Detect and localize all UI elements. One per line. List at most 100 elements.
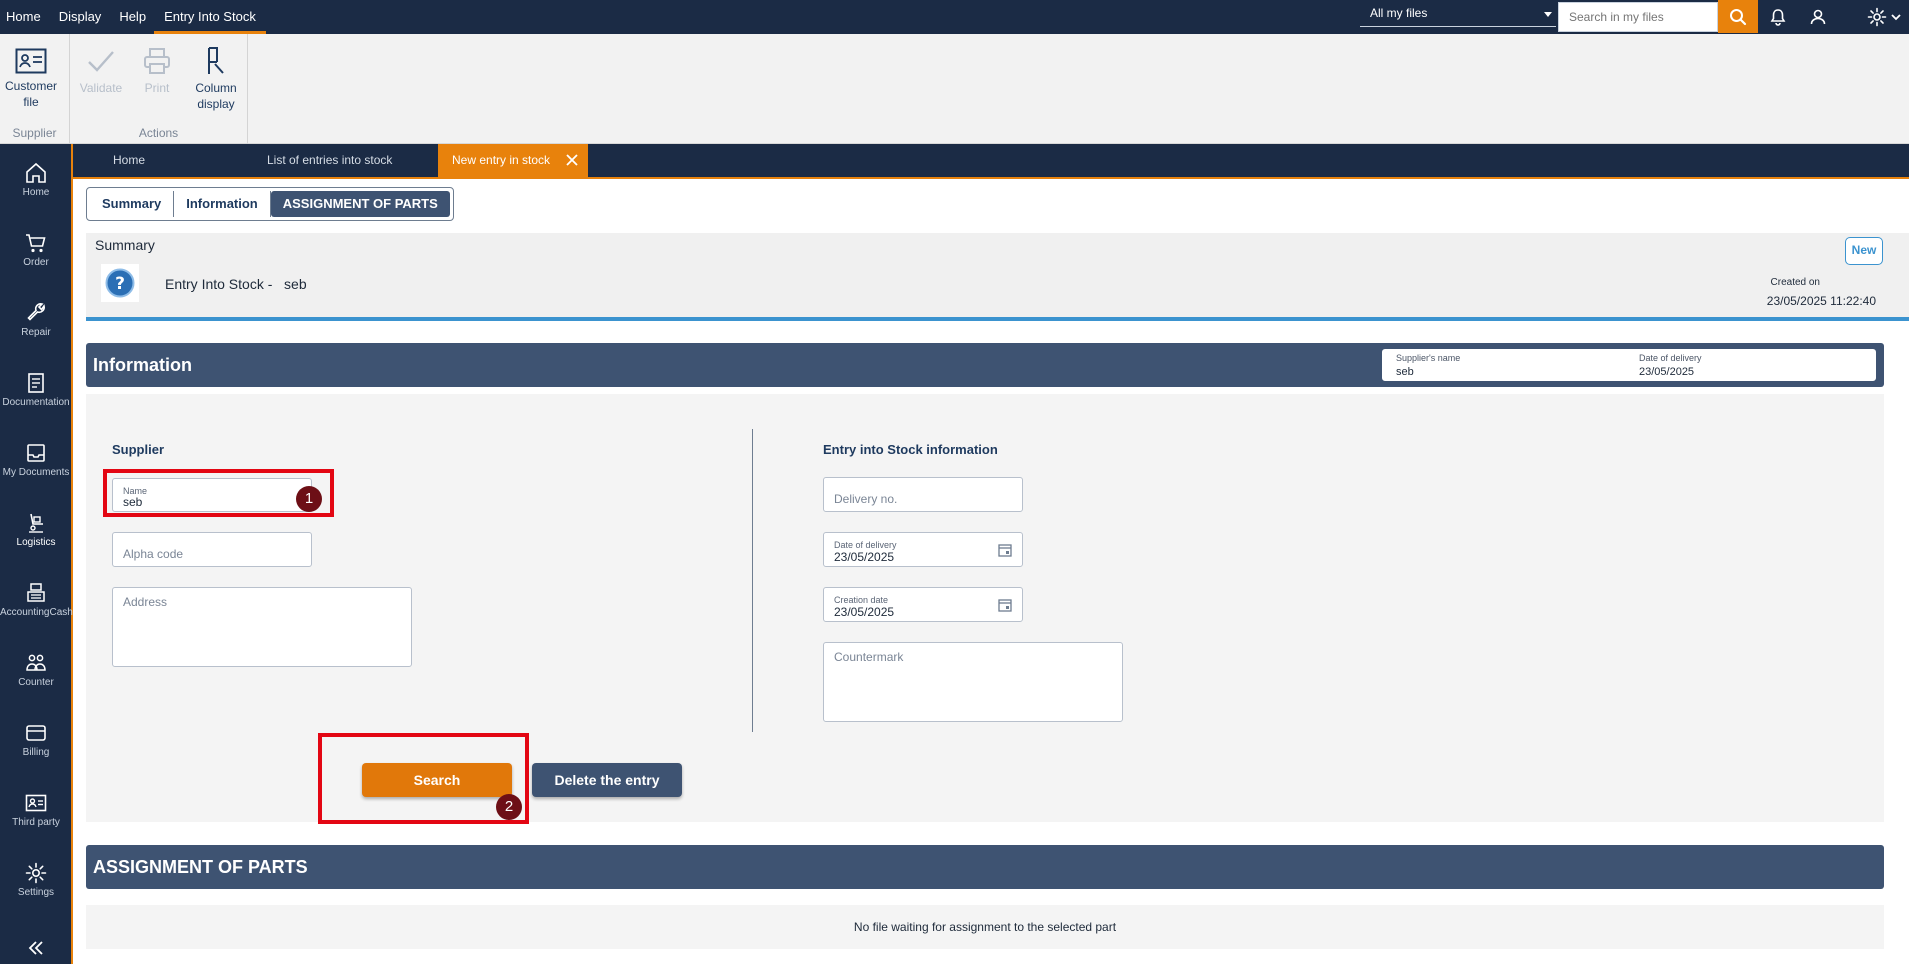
sidebar-item-billing[interactable]: Billing	[0, 721, 72, 781]
double-chevron-left-icon	[28, 941, 43, 955]
menu-item-entry-into-stock[interactable]: Entry Into Stock	[154, 0, 266, 34]
doc-tab-new-entry-in-stock[interactable]: New entry in stock	[438, 144, 588, 177]
menu-item-display[interactable]: Display	[49, 0, 110, 34]
creation-date-field[interactable]: Creation date 23/05/2025	[823, 587, 1023, 622]
sidebar-label: My Documents	[2, 467, 70, 478]
summary-title: Summary	[95, 237, 155, 253]
search-icon	[1730, 8, 1747, 25]
main-menu: Home Display Help Entry Into Stock	[0, 0, 266, 34]
ribbon-toolbar: Customer file Supplier Validate Print Co…	[0, 34, 1909, 144]
tab-content-edge	[73, 177, 1909, 179]
gear-icon	[1867, 7, 1887, 27]
delivery-date-field-label: Date of delivery	[834, 540, 897, 550]
column-display-label: Column display	[195, 81, 237, 111]
cart-icon	[26, 234, 46, 253]
section-segment-tabs: Summary Information ASSIGNMENT OF PARTS	[86, 187, 454, 221]
file-scope-value: All my files	[1370, 6, 1428, 20]
delivery-date-field[interactable]: Date of delivery 23/05/2025	[823, 532, 1023, 567]
file-scope-select[interactable]: All my files	[1360, 3, 1556, 27]
printer-icon	[144, 48, 170, 74]
column-icon	[208, 47, 224, 74]
entry-type-label: Entry Into Stock -	[165, 276, 273, 292]
chevron-down-icon	[1891, 14, 1901, 21]
menu-item-help[interactable]: Help	[109, 0, 154, 34]
left-sidebar: Home Order Repair Documentation My Docum…	[0, 144, 73, 964]
status-badge: New	[1845, 237, 1883, 265]
segment-tab-assignment-of-parts[interactable]: ASSIGNMENT OF PARTS	[270, 191, 450, 217]
supplier-section-title: Supplier	[112, 442, 165, 457]
user-menu-button[interactable]	[1805, 4, 1831, 30]
validate-button[interactable]: Validate	[76, 46, 126, 96]
assignment-section-header[interactable]: ASSIGNMENT OF PARTS	[86, 845, 1884, 889]
document-icon	[28, 373, 44, 393]
supplier-name-label: Supplier's name	[1396, 353, 1461, 363]
sidebar-label: Billing	[22, 747, 50, 758]
print-button[interactable]: Print	[134, 46, 180, 96]
gear-icon	[25, 862, 47, 884]
validate-label: Validate	[79, 81, 123, 95]
customer-file-label: Customer file	[4, 79, 57, 109]
wrench-icon	[27, 303, 45, 321]
sidebar-item-order[interactable]: Order	[0, 231, 72, 291]
collapse-sidebar-button[interactable]	[0, 938, 72, 962]
cash-register-icon	[27, 583, 45, 602]
assignment-title: ASSIGNMENT OF PARTS	[93, 857, 308, 877]
sidebar-item-home[interactable]: Home	[0, 161, 72, 221]
address-field[interactable]: Address	[112, 587, 412, 667]
caret-down-icon	[1544, 12, 1552, 17]
print-label: Print	[144, 81, 170, 95]
sidebar-item-my-documents[interactable]: My Documents	[0, 441, 72, 501]
alpha-code-placeholder: Alpha code	[123, 547, 184, 561]
delete-entry-button[interactable]: Delete the entry	[532, 763, 682, 797]
calendar-icon[interactable]	[998, 598, 1012, 612]
assignment-empty-message: No file waiting for assignment to the se…	[86, 905, 1884, 949]
global-search-input[interactable]	[1558, 2, 1718, 32]
ribbon-group-label: Supplier	[12, 126, 57, 140]
delivery-no-field[interactable]: Delivery no.	[823, 477, 1023, 512]
sidebar-item-counter[interactable]: Counter	[0, 651, 72, 711]
sidebar-item-repair[interactable]: Repair	[0, 301, 72, 361]
sidebar-label: Order	[23, 257, 49, 268]
entry-supplier-name: seb	[284, 276, 307, 292]
creation-date-field-label: Creation date	[834, 595, 889, 605]
column-display-button[interactable]: Column display	[188, 46, 244, 112]
sidebar-item-third-party[interactable]: Third party	[0, 791, 72, 851]
sidebar-label: AccountingCash	[0, 607, 73, 618]
customer-file-button[interactable]: Customer file	[0, 48, 62, 110]
top-menu-bar: Home Display Help Entry Into Stock All m…	[0, 0, 1909, 34]
column-divider	[752, 429, 753, 732]
entry-title: Entry Into Stock - seb	[165, 276, 307, 292]
sidebar-item-logistics[interactable]: Logistics	[0, 511, 72, 571]
menu-item-home[interactable]: Home	[0, 0, 49, 34]
step-badge-2: 2	[496, 794, 522, 820]
global-search-button[interactable]	[1718, 0, 1758, 33]
close-icon[interactable]	[565, 153, 579, 167]
address-placeholder: Address	[123, 595, 168, 609]
sidebar-item-settings[interactable]: Settings	[0, 861, 72, 921]
card-icon	[26, 725, 46, 741]
segment-tab-information[interactable]: Information	[174, 191, 271, 217]
delivery-date-value: 23/05/2025	[1639, 366, 1695, 378]
sidebar-label: Documentation	[2, 397, 70, 408]
countermark-field[interactable]: Countermark	[823, 642, 1123, 722]
ribbon-group-actions: Validate Print Column display Actions	[70, 34, 248, 144]
sidebar-label: Third party	[12, 817, 60, 828]
delivery-date-field-value: 23/05/2025	[834, 550, 895, 564]
expand-menu-button[interactable]	[1886, 4, 1906, 30]
sidebar-item-documentation[interactable]: Documentation	[0, 371, 72, 431]
bell-icon	[1770, 9, 1786, 26]
calendar-icon[interactable]	[998, 543, 1012, 557]
svg-text:?: ?	[115, 274, 125, 294]
countermark-placeholder: Countermark	[834, 650, 904, 664]
sidebar-item-accounting-cash[interactable]: AccountingCash	[0, 581, 73, 641]
entry-type-icon: ?	[101, 264, 139, 302]
stock-info-section-title: Entry into Stock information	[823, 442, 998, 457]
doc-tab-home[interactable]: Home	[93, 144, 233, 177]
notifications-button[interactable]	[1765, 4, 1791, 30]
segment-tab-summary[interactable]: Summary	[90, 191, 175, 217]
doc-tab-label: Home	[113, 153, 146, 167]
delivery-no-placeholder: Delivery no.	[834, 492, 898, 506]
alpha-code-field[interactable]: Alpha code	[112, 532, 312, 567]
creation-date-field-value: 23/05/2025	[834, 605, 895, 619]
document-tabs: Home List of entries into stock New entr…	[73, 144, 1909, 177]
